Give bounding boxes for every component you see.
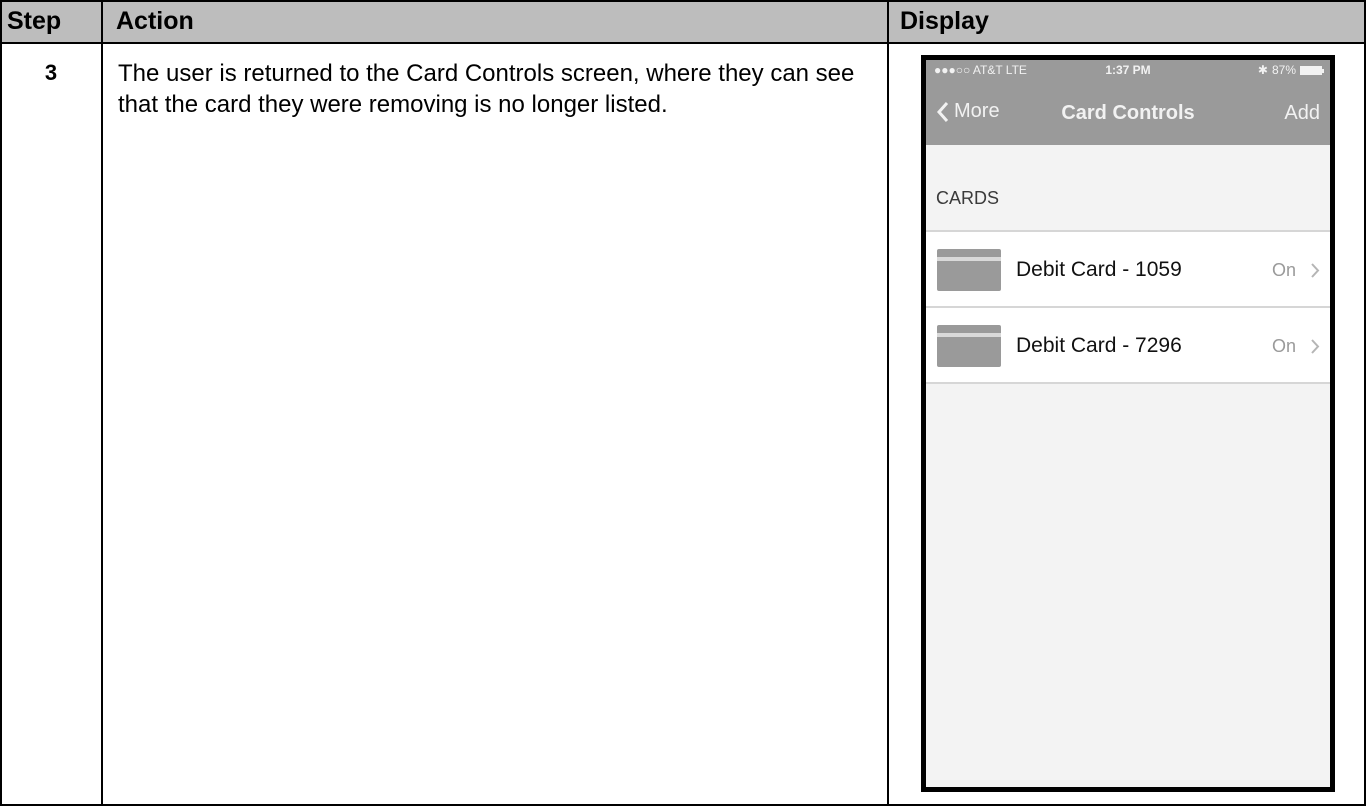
header-step: Step [7, 7, 62, 35]
status-bar: ●●●○○ AT&T LTE 1:37 PM ✱ 87% [926, 60, 1330, 80]
bluetooth-icon: ✱ [1257, 63, 1268, 77]
procedure-table: Step Action Display 3 The user is return… [0, 0, 1366, 806]
battery-icon [1300, 65, 1324, 75]
header-action: Action [116, 7, 194, 35]
battery-percent: 87% [1271, 63, 1296, 77]
phone-screenshot: ●●●○○ AT&T LTE 1:37 PM ✱ 87% More Card C… [921, 55, 1335, 792]
table-left-border [0, 0, 2, 806]
card-row[interactable]: Debit Card - 7296 On [926, 306, 1330, 384]
column-divider-step [101, 0, 103, 806]
card-row[interactable]: Debit Card - 1059 On [926, 230, 1330, 306]
table-top-border [0, 0, 1366, 2]
column-divider-action [887, 0, 889, 806]
status-right: ✱ 87% [1257, 60, 1324, 80]
header-divider [0, 42, 1366, 44]
header-display: Display [900, 7, 989, 35]
card-icon [937, 325, 1001, 367]
table-header-row [0, 0, 1366, 42]
card-status: On [1271, 260, 1296, 280]
screen-title: Card Controls [1061, 102, 1195, 124]
chevron-right-icon [1311, 339, 1320, 354]
action-description: The user is returned to the Card Control… [118, 60, 855, 118]
add-button[interactable]: Add [1284, 102, 1320, 125]
card-name: Debit Card - 1059 [1016, 258, 1182, 281]
section-label-cards: CARDS [936, 188, 1000, 208]
card-name: Debit Card - 7296 [1016, 334, 1182, 357]
card-list: Debit Card - 1059 On Debit Card - 7296 O… [926, 230, 1330, 384]
step-number: 3 [44, 60, 58, 85]
chevron-right-icon [1311, 263, 1320, 278]
card-icon [937, 249, 1001, 291]
navigation-bar: More Card Controls Add [926, 80, 1330, 145]
card-status: On [1271, 336, 1296, 356]
